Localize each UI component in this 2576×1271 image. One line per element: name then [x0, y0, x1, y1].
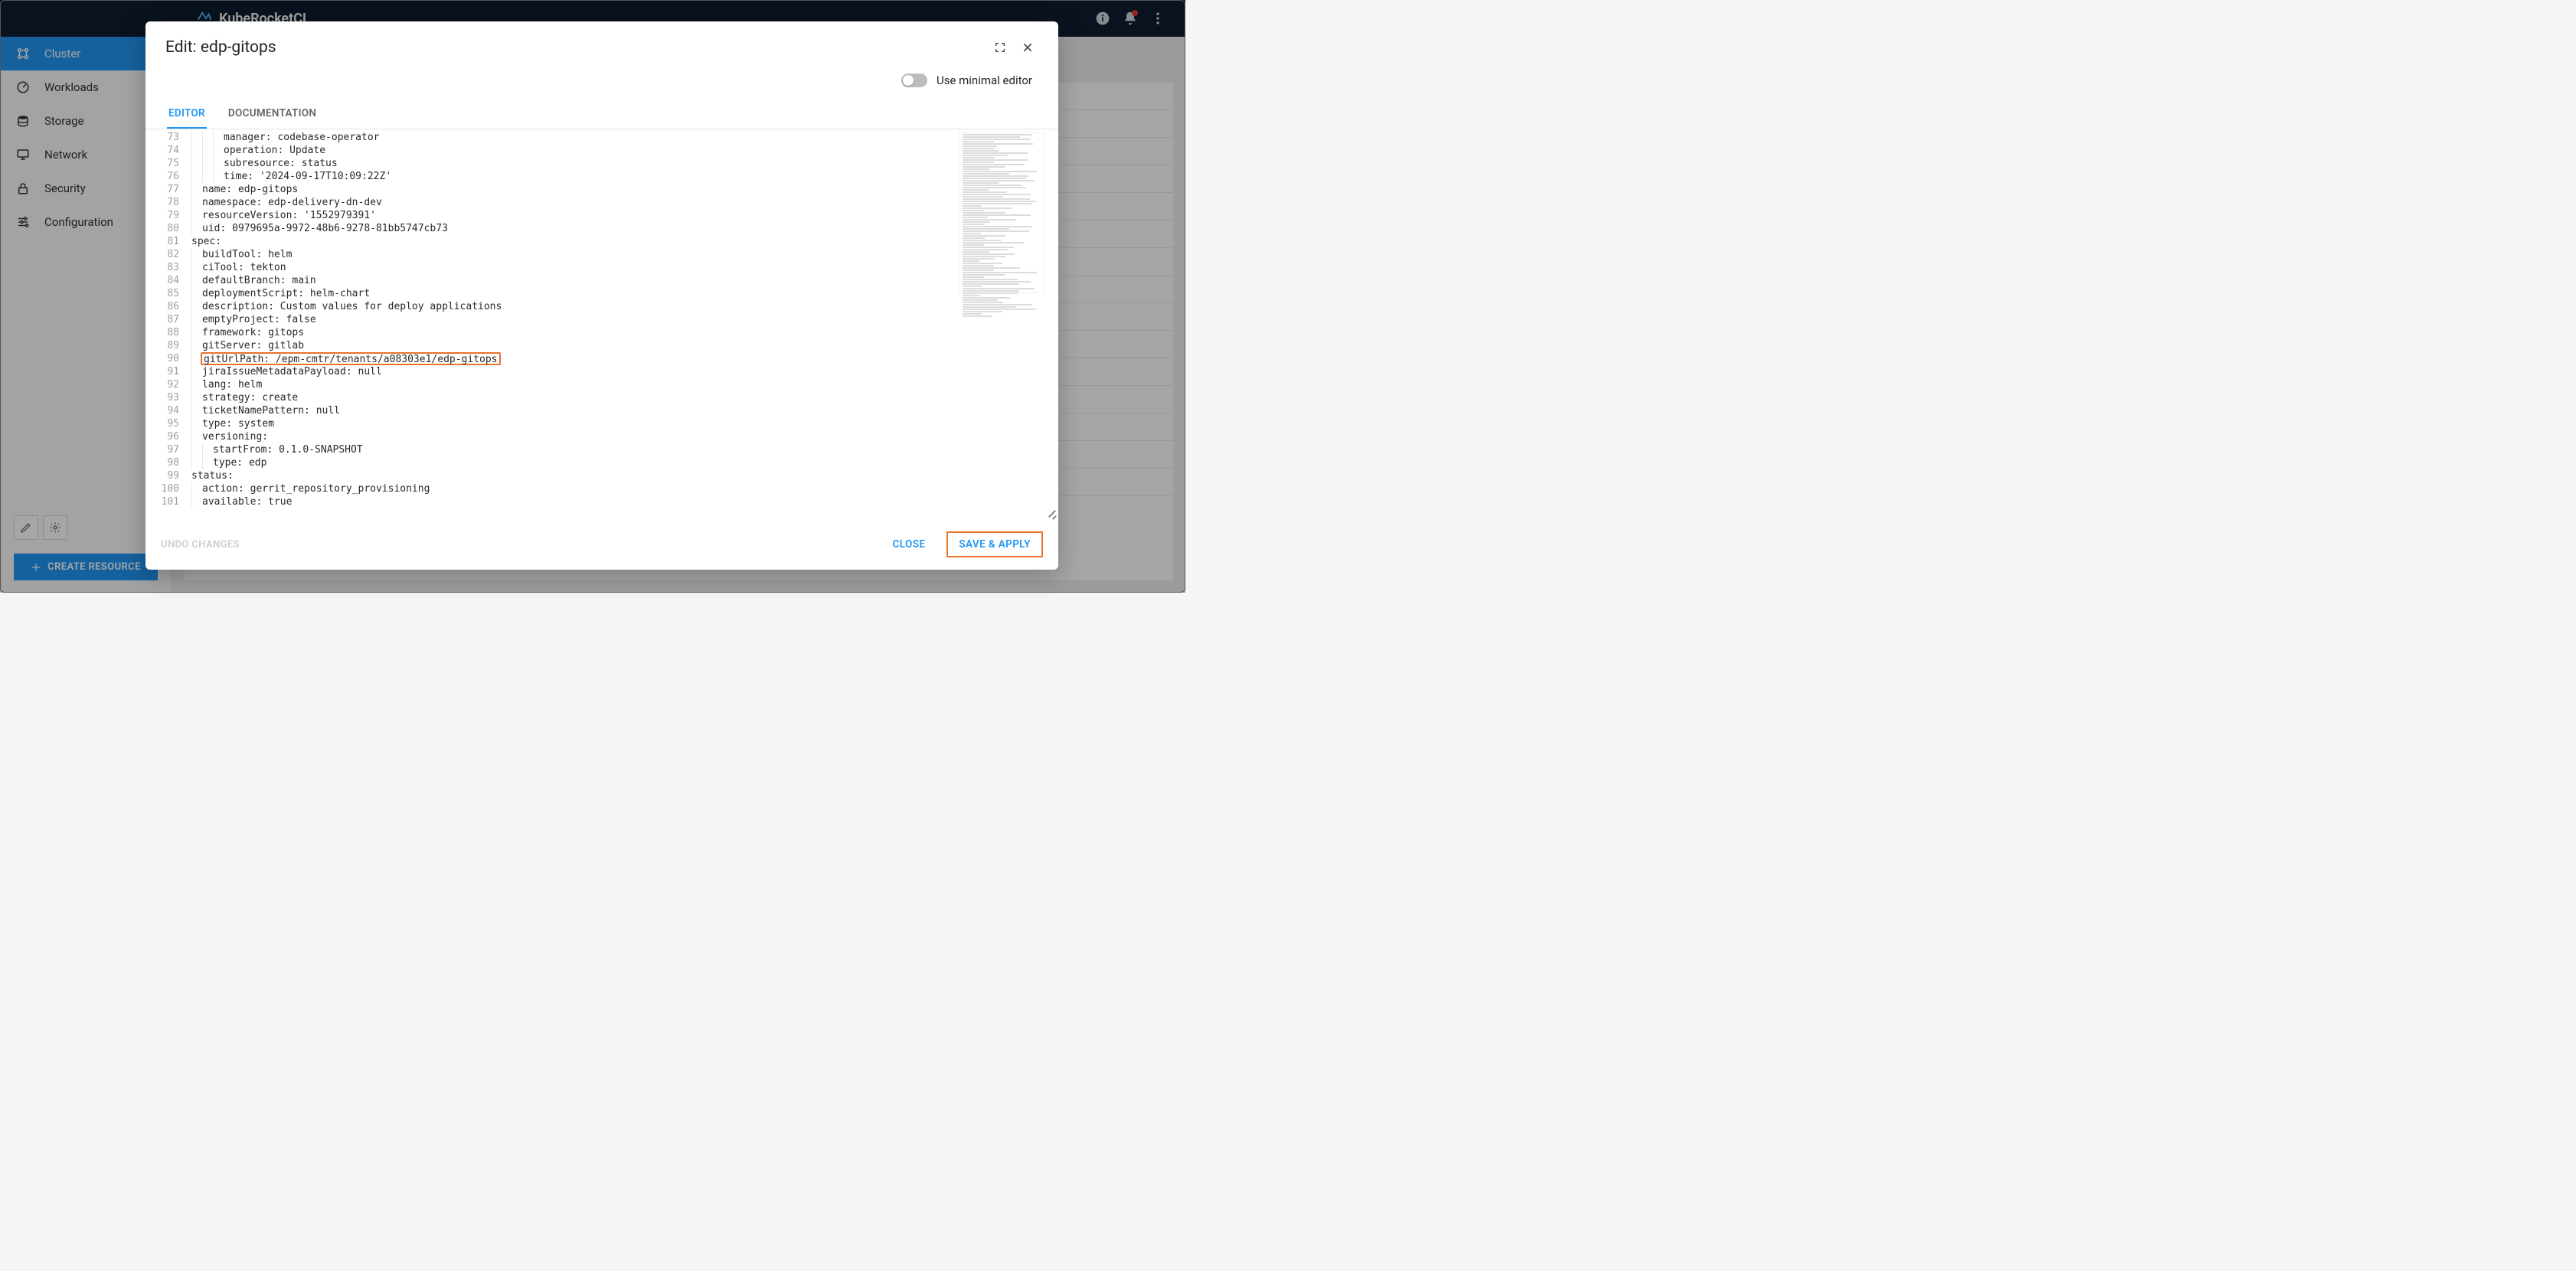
- code-line[interactable]: versioning:: [191, 430, 1058, 443]
- code-line[interactable]: name: edp-gitops: [191, 183, 1058, 196]
- code-line[interactable]: ciTool: tekton: [191, 261, 1058, 274]
- code-line[interactable]: available: true: [191, 495, 1058, 508]
- code-line[interactable]: status:: [191, 469, 1058, 482]
- highlighted-line: gitUrlPath: /epm-cmtr/tenants/a08303e1/e…: [201, 352, 501, 365]
- tab-documentation[interactable]: DOCUMENTATION: [227, 100, 318, 129]
- code-line[interactable]: lang: helm: [191, 378, 1058, 391]
- code-line[interactable]: strategy: create: [191, 391, 1058, 404]
- code-line[interactable]: gitServer: gitlab: [191, 339, 1058, 352]
- modal-tabs: EDITOR DOCUMENTATION: [145, 92, 1058, 129]
- minimal-editor-toggle[interactable]: [901, 74, 927, 87]
- code-line[interactable]: framework: gitops: [191, 326, 1058, 339]
- undo-changes-button: UNDO CHANGES: [161, 539, 240, 551]
- code-line[interactable]: buildTool: helm: [191, 248, 1058, 261]
- code-line[interactable]: startFrom: 0.1.0-SNAPSHOT: [191, 443, 1058, 456]
- code-line[interactable]: time: '2024-09-17T10:09:22Z': [191, 170, 1058, 183]
- code-line[interactable]: description: Custom values for deploy ap…: [191, 300, 1058, 313]
- code-line[interactable]: type: system: [191, 417, 1058, 430]
- code-line[interactable]: spec:: [191, 235, 1058, 248]
- code-editor[interactable]: 7374757677787980818283848586878889909192…: [145, 129, 1058, 522]
- code-line[interactable]: uid: 0979695a-9972-48b6-9278-81bb5747cb7…: [191, 222, 1058, 235]
- tab-editor[interactable]: EDITOR: [167, 100, 207, 129]
- code-line[interactable]: resourceVersion: '1552979391': [191, 209, 1058, 222]
- code-line[interactable]: gitUrlPath: /epm-cmtr/tenants/a08303e1/e…: [191, 352, 1058, 365]
- modal-title: Edit: edp-gitops: [165, 38, 276, 57]
- code-line[interactable]: manager: codebase-operator: [191, 131, 1058, 144]
- code-line[interactable]: operation: Update: [191, 144, 1058, 157]
- code-line[interactable]: defaultBranch: main: [191, 274, 1058, 287]
- code-line[interactable]: namespace: edp-delivery-dn-dev: [191, 196, 1058, 209]
- edit-modal: Edit: edp-gitops Use minimal editor EDIT…: [145, 21, 1058, 570]
- code-line[interactable]: jiraIssueMetadataPayload: null: [191, 365, 1058, 378]
- fullscreen-icon[interactable]: [989, 37, 1011, 58]
- close-button[interactable]: CLOSE: [882, 532, 937, 557]
- minimal-editor-label: Use minimal editor: [937, 74, 1032, 87]
- code-line[interactable]: type: edp: [191, 456, 1058, 469]
- close-icon[interactable]: [1017, 37, 1038, 58]
- resize-handle-icon[interactable]: [1044, 507, 1057, 519]
- code-line[interactable]: subresource: status: [191, 157, 1058, 170]
- code-line[interactable]: action: gerrit_repository_provisioning: [191, 482, 1058, 495]
- code-line[interactable]: emptyProject: false: [191, 313, 1058, 326]
- code-line[interactable]: ticketNamePattern: null: [191, 404, 1058, 417]
- save-apply-button[interactable]: SAVE & APPLY: [946, 531, 1043, 557]
- code-line[interactable]: deploymentScript: helm-chart: [191, 287, 1058, 300]
